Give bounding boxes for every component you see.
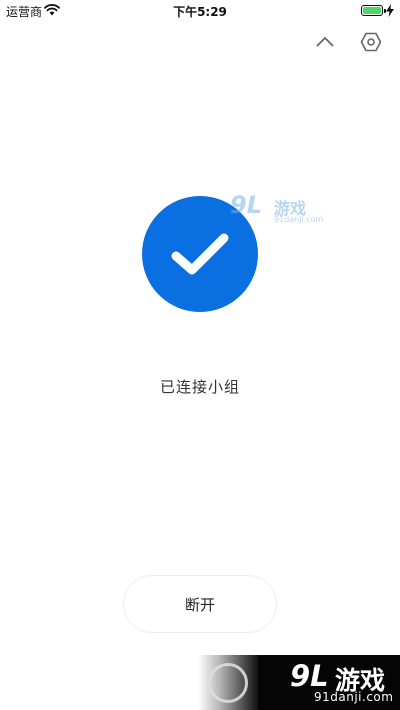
charging-icon <box>386 4 394 17</box>
settings-button[interactable] <box>358 30 384 54</box>
watermark-domain: 91danji.com <box>274 215 324 224</box>
watermark-number: 9L <box>230 191 262 219</box>
check-icon <box>171 233 229 275</box>
watermark-banner: 9L 游戏 91danji.com <box>198 655 400 710</box>
collapse-button[interactable] <box>312 30 338 52</box>
hexagon-gear-icon <box>360 32 382 52</box>
banner-domain: 91danji.com <box>314 690 394 704</box>
watermark-logo-small: 9L 游戏 91danji.com <box>230 191 326 227</box>
disconnect-button[interactable]: 断开 <box>123 575 277 633</box>
chevron-up-icon <box>316 36 334 46</box>
banner-logo-mark <box>208 663 248 703</box>
status-bar: 运营商 下午5:29 <box>0 0 400 22</box>
battery-icon <box>361 5 386 16</box>
banner-number: 9L <box>290 659 329 693</box>
clock: 下午5:29 <box>173 5 227 19</box>
connection-status-text: 已连接小组 <box>159 378 240 396</box>
battery-level-fill <box>363 7 381 14</box>
